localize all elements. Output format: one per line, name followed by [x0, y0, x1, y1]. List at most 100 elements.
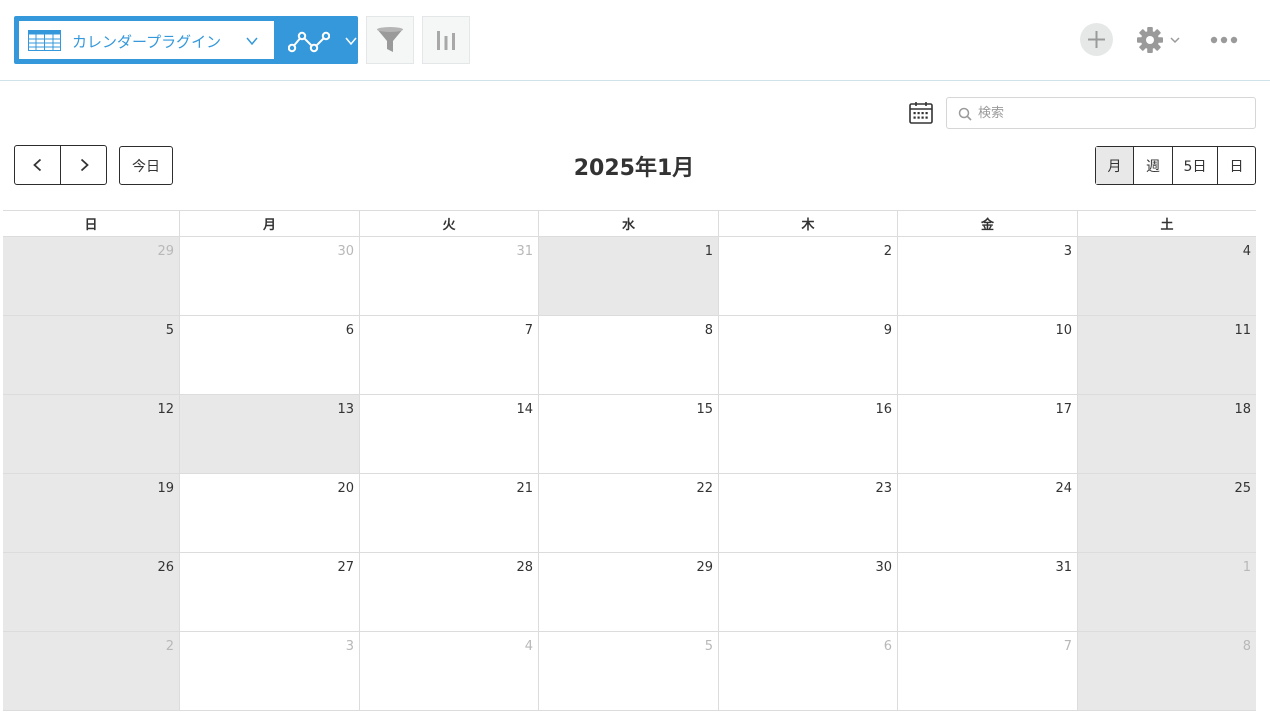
calendar-day-cell[interactable]: 25 — [1077, 474, 1256, 552]
calendar-week-row: 19 20 21 22 23 24 25 — [3, 474, 1256, 553]
calendar-day-cell[interactable]: 21 — [359, 474, 538, 552]
view-name: カレンダープラグイン — [72, 33, 222, 51]
calendar-day-cell[interactable]: 2 — [718, 237, 897, 315]
calendar-day-cell[interactable]: 30 — [718, 553, 897, 631]
funnel-icon — [377, 27, 403, 52]
day-number: 2 — [165, 639, 174, 654]
search-box — [946, 97, 1256, 129]
range-button[interactable]: 5日 — [1172, 147, 1217, 184]
calendar-day-cell[interactable]: 23 — [718, 474, 897, 552]
calendar-day-cell[interactable]: 14 — [359, 395, 538, 473]
gear-icon — [1137, 27, 1163, 53]
day-number: 4 — [1242, 244, 1251, 259]
view-select-dropdown[interactable]: カレンダープラグイン — [19, 21, 274, 59]
weekday-label: 月 — [179, 211, 359, 236]
calendar-day-cell[interactable]: 16 — [718, 395, 897, 473]
calendar-day-cell[interactable]: 27 — [179, 553, 359, 631]
calendar-day-cell[interactable]: 4 — [359, 632, 538, 710]
calendar-day-cell[interactable]: 26 — [3, 553, 179, 631]
calendar-day-cell[interactable]: 29 — [538, 553, 718, 631]
add-record-button[interactable] — [1080, 23, 1113, 56]
calendar-day-cell[interactable]: 31 — [897, 553, 1077, 631]
weekday-label: 金 — [897, 211, 1077, 236]
calendar-day-cell[interactable]: 10 — [897, 316, 1077, 394]
month-title: 2025年1月 — [573, 156, 695, 181]
calendar-day-cell[interactable]: 11 — [1077, 316, 1256, 394]
day-number: 20 — [337, 481, 354, 496]
calendar-day-cell[interactable]: 3 — [179, 632, 359, 710]
calendar-day-cell[interactable]: 7 — [897, 632, 1077, 710]
calendar-day-cell[interactable]: 3 — [897, 237, 1077, 315]
calendar-day-cell[interactable]: 8 — [1077, 632, 1256, 710]
view-selector-group: カレンダープラグイン — [14, 16, 358, 64]
calendar-week-row: 29 30 31 1 2 3 4 — [3, 237, 1256, 316]
chart-button[interactable] — [422, 16, 470, 64]
day-number: 1 — [1242, 560, 1251, 575]
day-number: 14 — [516, 402, 533, 417]
line-graph-icon — [288, 31, 330, 53]
calendar-day-cell[interactable]: 8 — [538, 316, 718, 394]
calendar-day-cell[interactable]: 30 — [179, 237, 359, 315]
calendar-day-cell[interactable]: 7 — [359, 316, 538, 394]
calendar-day-cell[interactable]: 4 — [1077, 237, 1256, 315]
graph-dropdown-button[interactable] — [274, 16, 358, 64]
weekday-label: 土 — [1077, 211, 1256, 236]
calendar-day-cell[interactable]: 12 — [3, 395, 179, 473]
calendar-day-cell[interactable]: 22 — [538, 474, 718, 552]
day-number: 1 — [704, 244, 713, 259]
calendar-day-cell[interactable]: 13 — [179, 395, 359, 473]
day-number: 25 — [1234, 481, 1251, 496]
day-number: 19 — [157, 481, 174, 496]
calendar-day-cell[interactable]: 9 — [718, 316, 897, 394]
day-number: 8 — [1242, 639, 1251, 654]
calendar-day-cell[interactable]: 6 — [718, 632, 897, 710]
more-options-button[interactable] — [1206, 28, 1242, 52]
day-number: 23 — [875, 481, 892, 496]
day-number: 13 — [337, 402, 354, 417]
day-number: 24 — [1055, 481, 1072, 496]
calendar-day-cell[interactable]: 1 — [1077, 553, 1256, 631]
range-button[interactable]: 週 — [1133, 147, 1172, 184]
calendar-week-row: 5 6 7 8 9 10 11 — [3, 316, 1256, 395]
calendar-day-cell[interactable]: 2 — [3, 632, 179, 710]
calendar-day-cell[interactable]: 18 — [1077, 395, 1256, 473]
range-button[interactable]: 日 — [1217, 147, 1255, 184]
day-number: 30 — [337, 244, 354, 259]
calendar-day-cell[interactable]: 5 — [3, 316, 179, 394]
calendar-day-cell[interactable]: 20 — [179, 474, 359, 552]
calendar-day-cell[interactable]: 5 — [538, 632, 718, 710]
settings-button[interactable] — [1136, 24, 1186, 56]
calendar-day-cell[interactable]: 29 — [3, 237, 179, 315]
day-number: 4 — [524, 639, 533, 654]
search-input[interactable] — [978, 100, 1248, 126]
toolbar: カレンダープラグイン — [0, 0, 1270, 81]
calendar-day-cell[interactable]: 6 — [179, 316, 359, 394]
day-number: 7 — [1063, 639, 1072, 654]
calendar-day-cell[interactable]: 28 — [359, 553, 538, 631]
day-number: 28 — [516, 560, 533, 575]
day-number: 16 — [875, 402, 892, 417]
day-number: 5 — [165, 323, 174, 338]
day-number: 31 — [1055, 560, 1072, 575]
day-number: 10 — [1055, 323, 1072, 338]
calendar-day-cell[interactable]: 19 — [3, 474, 179, 552]
day-number: 22 — [696, 481, 713, 496]
weekday-label: 木 — [718, 211, 897, 236]
calendar-icon[interactable] — [908, 100, 934, 126]
chevron-down-icon — [246, 37, 258, 46]
search-icon — [958, 107, 972, 121]
calendar-day-cell[interactable]: 31 — [359, 237, 538, 315]
calendar-day-cell[interactable]: 15 — [538, 395, 718, 473]
calendar-day-cell[interactable]: 1 — [538, 237, 718, 315]
weekday-label: 火 — [359, 211, 538, 236]
day-number: 31 — [516, 244, 533, 259]
day-number: 5 — [704, 639, 713, 654]
day-number: 8 — [704, 323, 713, 338]
calendar-day-cell[interactable]: 24 — [897, 474, 1077, 552]
range-button[interactable]: 月 — [1096, 147, 1133, 184]
day-number: 15 — [696, 402, 713, 417]
day-number: 29 — [696, 560, 713, 575]
filter-button[interactable] — [366, 16, 414, 64]
weekday-label: 日 — [84, 218, 98, 233]
calendar-day-cell[interactable]: 17 — [897, 395, 1077, 473]
